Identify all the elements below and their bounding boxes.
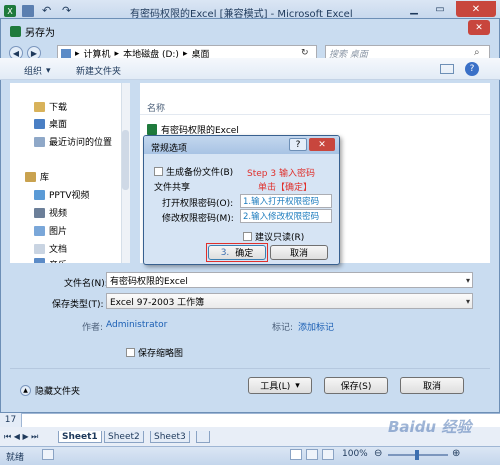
ok-button[interactable]: 3. 确定 [208,245,266,260]
general-close-icon[interactable]: ✕ [309,138,335,151]
filetype-label: 保存类型(T): [52,300,104,310]
modify-password-input[interactable]: 2.输入修改权限密码 [240,209,332,223]
tab-sheet1[interactable]: Sheet1 [58,431,102,443]
thumbnail-checkbox[interactable]: 保存缩略图 [126,346,183,359]
save-button[interactable]: 保存(S) [324,377,388,394]
chevron-down-icon: ▾ [295,380,300,391]
filename-input[interactable]: 有密码权限的Excel [106,272,473,288]
view-icon[interactable] [440,64,454,74]
recent-places-icon [34,136,45,147]
close-icon[interactable]: ✕ [456,1,496,17]
desktop-icon [34,118,45,129]
filetype-dropdown-icon[interactable]: ▾ [466,297,470,306]
tab-sheet3[interactable]: Sheet3 [150,431,190,443]
filename-label: 文件名(N): [64,279,108,289]
general-help-button[interactable]: ? [289,138,307,151]
library-icon [25,171,36,182]
open-password-label: 打开权限密码(O): [162,199,234,209]
author-value[interactable]: Administrator [106,320,167,330]
maximize-icon[interactable]: ▭ [428,1,452,17]
column-name-header[interactable]: 名称 [147,101,165,114]
filename-dropdown-icon[interactable]: ▾ [466,276,470,285]
collapse-icon: ▲ [20,385,31,396]
refresh-icon[interactable]: ↻ [301,48,309,58]
page-break-icon[interactable] [322,449,334,460]
nav-item-recent[interactable]: 最近访问的位置 [34,135,112,148]
open-password-input[interactable]: 1.输入打开权限密码 [240,194,332,208]
video-library-icon [34,189,45,200]
nav-item-pptv[interactable]: PPTV视频 [34,188,90,201]
minimize-icon[interactable]: ▁ [402,1,426,17]
search-icon: ⌕ [474,47,480,58]
nav-item-videos[interactable]: 视频 [34,206,67,219]
excel-app-icon[interactable]: X [4,5,16,17]
filetype-select[interactable]: Excel 97-2003 工作簿 [106,293,473,309]
computer-icon [61,49,71,58]
nav-item-downloads[interactable]: 下载 [34,100,67,113]
modify-password-label: 修改权限密码(M): [162,214,234,224]
row-header[interactable]: 17 [0,413,22,427]
nav-item-desktop[interactable]: 桌面 [34,117,67,130]
hide-folders-button[interactable]: ▲ 隐藏文件夹 [20,384,80,397]
new-folder-button[interactable]: 新建文件夹 [76,64,121,77]
dialog-toolbar [0,58,500,80]
file-sharing-label: 文件共享 [154,183,191,193]
insert-sheet-icon[interactable] [196,431,210,443]
tools-button[interactable]: 工具(L) ▾ [248,377,312,394]
nav-item-pictures[interactable]: 图片 [34,224,67,237]
tags-value[interactable]: 添加标记 [298,320,334,333]
excel-small-icon [10,26,21,37]
undo-icon[interactable]: ↶ [42,5,54,17]
status-text: 就绪 [6,453,25,463]
watermark-logo: Baidu 经验 [388,418,472,436]
zoom-in-icon[interactable]: ⊕ [452,448,460,459]
general-cancel-button[interactable]: 取消 [270,245,328,260]
chevron-down-icon: ▾ [46,65,51,76]
organize-button[interactable]: 组织 ▾ [24,64,51,78]
redo-icon[interactable]: ↷ [62,5,74,17]
save-as-close-icon[interactable]: ✕ [468,20,490,35]
backup-checkbox[interactable]: 生成备份文件(B) [154,165,233,178]
zoom-level[interactable]: 100% [342,449,368,459]
documents-icon [34,243,45,254]
zoom-slider-thumb[interactable] [415,450,419,460]
normal-view-icon[interactable] [290,449,302,460]
nav-scrollbar-thumb[interactable] [122,130,129,190]
author-label: 作者: [82,323,104,333]
music-icon [34,258,45,263]
readonly-checkbox[interactable]: 建议只读(R) [243,230,304,243]
tags-label: 标记: [272,323,294,333]
tab-sheet2[interactable]: Sheet2 [104,431,144,443]
nav-item-documents[interactable]: 文档 [34,242,67,255]
videos-icon [34,207,45,218]
cancel-button[interactable]: 取消 [400,377,464,394]
annotation-step: Step 3 输入密码 [247,169,315,179]
sheet-nav-icon[interactable]: ⏮ ◀ ▶ ⏭ [4,432,38,442]
save-quick-icon[interactable] [22,5,34,17]
annotation-click: 单击【确定】 [258,183,313,193]
zoom-out-icon[interactable]: ⊖ [374,448,382,459]
save-as-title: 另存为 [10,24,55,39]
nav-item-music[interactable]: 音乐 [34,258,67,263]
download-folder-icon [34,101,45,112]
page-layout-icon[interactable] [306,449,318,460]
general-options-title: 常规选项 [151,144,188,154]
help-icon[interactable]: ? [465,62,479,76]
excel-file-icon [147,124,157,135]
pictures-icon [34,225,45,236]
nav-item-libraries[interactable]: 库 [25,170,49,183]
macro-record-icon[interactable] [42,449,54,460]
